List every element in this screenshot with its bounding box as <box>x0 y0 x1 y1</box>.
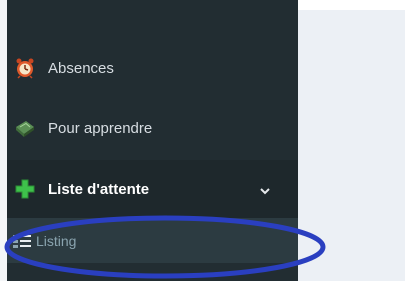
sidebar-item-label: Pour apprendre <box>48 119 153 137</box>
plus-icon <box>14 178 36 200</box>
book-icon <box>14 117 36 139</box>
sidebar-subitem-listing[interactable]: Listing <box>7 218 298 263</box>
sidebar-item-label: Absences <box>48 59 114 77</box>
sidebar-item-top[interactable] <box>7 0 298 14</box>
sidebar-item-absences[interactable]: Absences <box>7 42 298 94</box>
sidebar-item-pour-apprendre[interactable]: Pour apprendre <box>7 102 298 154</box>
page-edge <box>0 0 7 281</box>
content-area <box>298 10 405 281</box>
sidebar-item-label: Listing <box>36 232 77 249</box>
calendar-icon <box>14 0 36 3</box>
chevron-down-icon[interactable] <box>260 182 270 200</box>
list-icon <box>13 230 31 252</box>
sidebar-item-liste-attente[interactable]: Liste d'attente <box>7 160 298 218</box>
alarm-clock-icon <box>14 57 36 79</box>
sidebar-item-label: Liste d'attente <box>48 180 150 198</box>
sidebar: Absences Pour apprendre Liste d'attente <box>7 0 298 281</box>
